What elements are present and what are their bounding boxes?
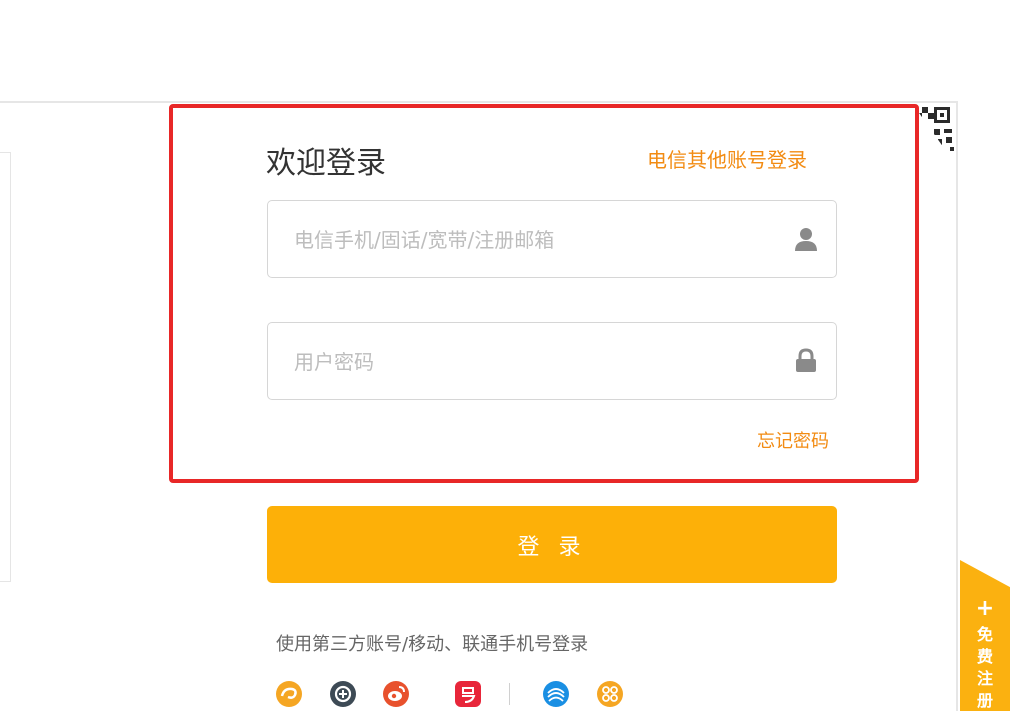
free-register-tab[interactable]: + 免费注册 [960,560,1010,711]
free-register-label: 免费注册 [960,624,1010,711]
third-party-login-text: 使用第三方账号/移动、联通手机号登录 [276,634,589,655]
other-account-login-link[interactable]: 电信其他账号登录 [647,144,807,173]
plus-icon: + [975,596,995,621]
card-border-right [956,101,958,711]
password-field[interactable] [267,322,837,401]
login-button[interactable]: 登 录 [267,506,837,583]
lock-icon [794,348,818,374]
left-panel [0,152,11,582]
tianyi-icon[interactable] [276,681,302,707]
yi-icon[interactable] [455,681,481,707]
weibo-icon[interactable] [383,681,409,707]
page-title: 欢迎登录 [266,146,386,181]
account-input[interactable] [292,201,776,279]
social-divider [509,683,510,705]
china-unicom-icon[interactable] [597,681,623,707]
password-input[interactable] [292,323,776,401]
china-mobile-icon[interactable] [543,681,569,707]
user-icon [794,226,818,252]
alipay-icon[interactable] [330,681,356,707]
free-register-text: 免费注册 [976,625,993,710]
forgot-password-link[interactable]: 忘记密码 [757,427,829,453]
account-field[interactable] [267,200,837,279]
card-border-top [0,101,958,103]
